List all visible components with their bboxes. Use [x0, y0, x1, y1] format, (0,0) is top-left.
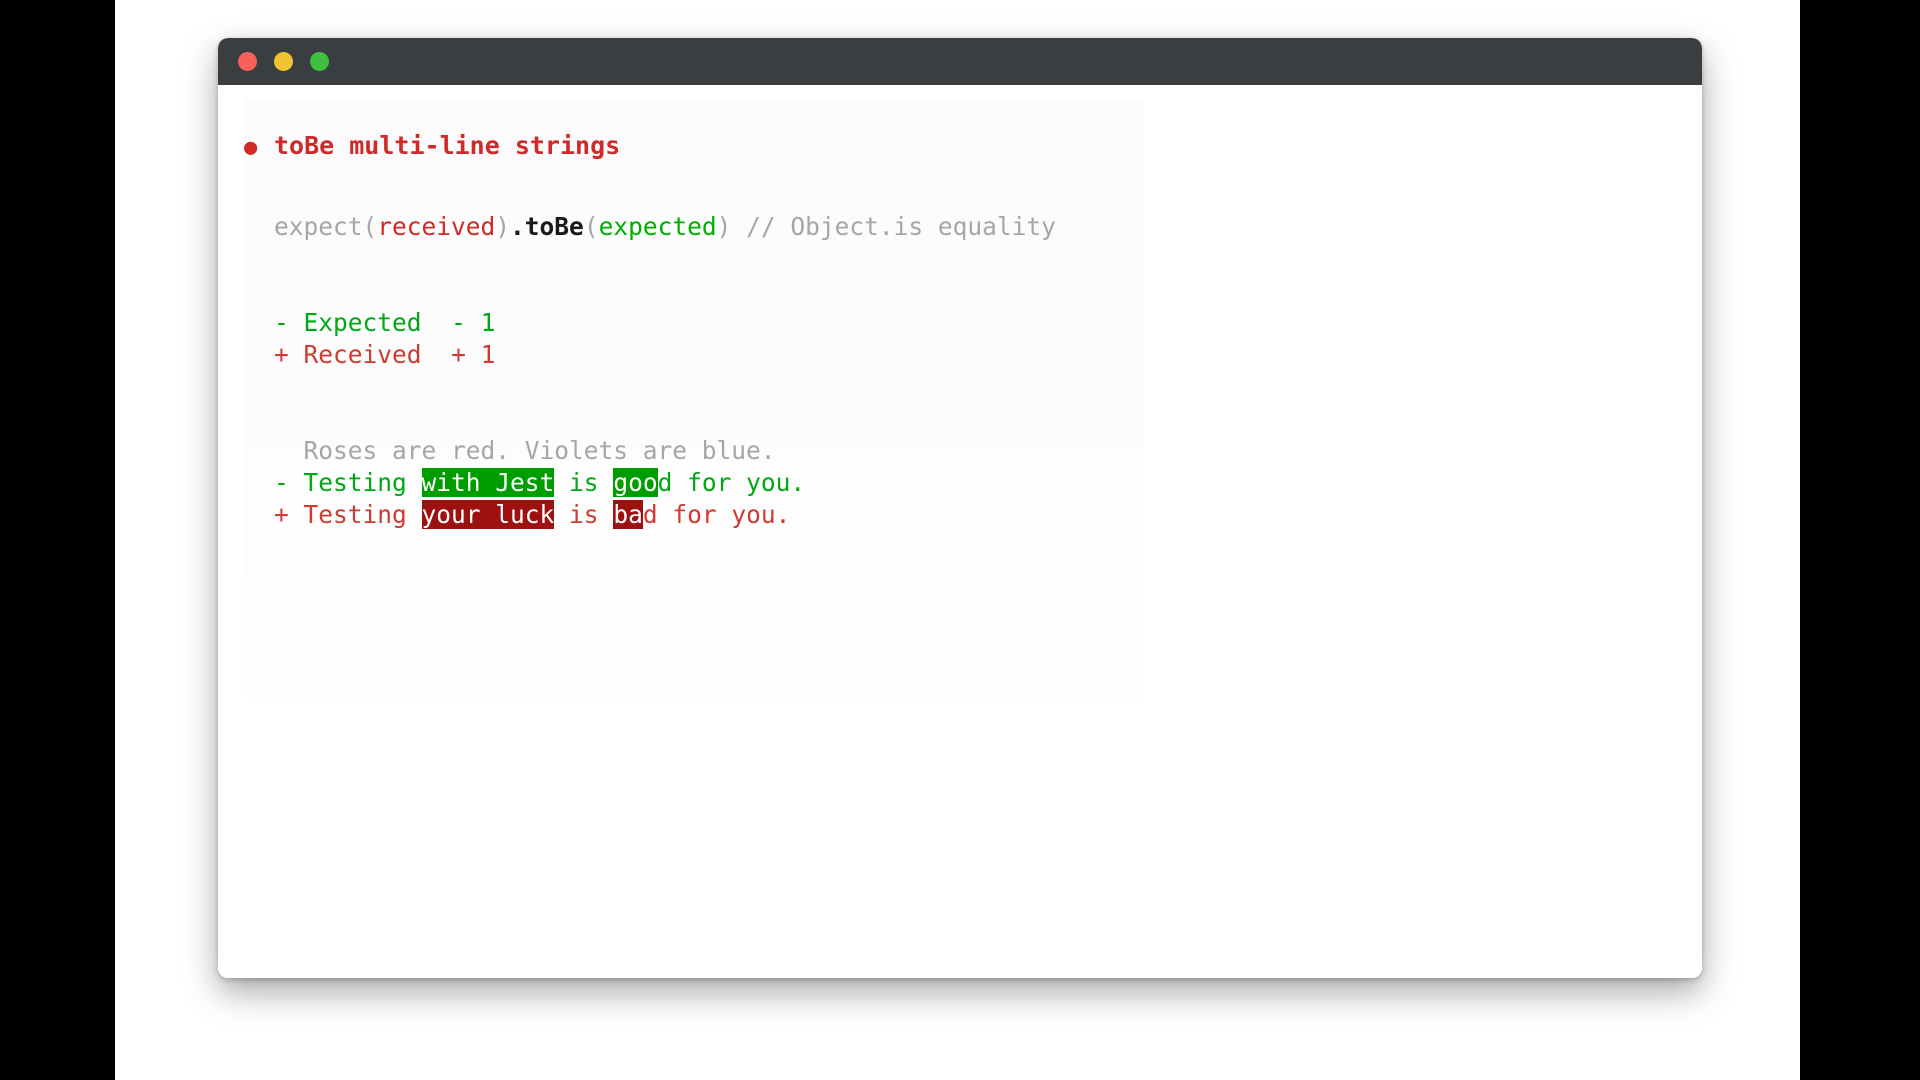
signature-expect: expect(: [274, 212, 378, 241]
legend-expected-gap: [422, 308, 452, 337]
diff-line-received: + Testing your luck is bad for you.: [274, 499, 1702, 531]
letterbox-right: [1800, 0, 1920, 1080]
legend-received-count-sep: [466, 340, 481, 369]
terminal-output: ● toBe multi-line strings expect(receive…: [218, 129, 1702, 531]
legend-received-gap: [422, 340, 452, 369]
letterbox-left: [0, 0, 115, 1080]
diff-marker: -: [274, 468, 304, 497]
test-heading-label: toBe multi-line strings: [274, 131, 621, 160]
diff-highlight-green: goo: [613, 468, 658, 497]
diff-highlight-red: ba: [613, 500, 643, 529]
diff-line-context: Roses are red. Violets are blue.: [274, 435, 1702, 467]
legend-expected-marker: -: [274, 308, 289, 337]
window-content: ● toBe multi-line strings expect(receive…: [218, 85, 1702, 978]
window-titlebar[interactable]: [218, 38, 1702, 85]
legend-expected-count: 1: [480, 308, 496, 337]
signature-received-arg: received: [377, 212, 496, 241]
legend-expected-count-marker: -: [451, 308, 466, 337]
screenshot-stage: ● toBe multi-line strings expect(receive…: [0, 0, 1920, 1080]
signature-close-paren-2: ): [716, 212, 732, 241]
signature-comment: // Object.is equality: [731, 212, 1056, 241]
diff-marker: [274, 436, 304, 465]
diff-text: d for you.: [642, 500, 791, 529]
legend-received-sep: [289, 340, 304, 369]
minimize-button[interactable]: [274, 52, 293, 71]
matcher-signature: expect(received).toBe(expected) // Objec…: [244, 211, 1702, 243]
diff-text: Testing: [303, 468, 422, 497]
legend-received-count: 1: [480, 340, 496, 369]
diff-text: d for you.: [657, 468, 806, 497]
legend-received-label: Received: [303, 340, 422, 369]
diff-line-expected: - Testing with Jest is good for you.: [274, 467, 1702, 499]
signature-tobe: .toBe: [510, 212, 584, 241]
legend-expected-label: Expected: [303, 308, 422, 337]
legend-received-count-marker: +: [451, 340, 466, 369]
diff-marker: +: [274, 500, 304, 529]
close-button[interactable]: [238, 52, 257, 71]
diff-highlight-red: your luck: [421, 500, 555, 529]
diff-text: is: [554, 468, 614, 497]
maximize-button[interactable]: [310, 52, 329, 71]
legend-received-marker: +: [274, 340, 289, 369]
signature-open-paren-2: (: [583, 212, 599, 241]
legend-received: + Received + 1: [244, 339, 1702, 371]
bullet-icon: ●: [244, 135, 258, 160]
signature-expected-arg: expected: [598, 212, 717, 241]
terminal-window: ● toBe multi-line strings expect(receive…: [218, 38, 1702, 978]
diff-text: is: [554, 500, 614, 529]
diff-text: Roses are red. Violets are blue.: [303, 436, 776, 465]
test-heading: ● toBe multi-line strings: [244, 129, 1702, 165]
legend-expected-sep: [289, 308, 304, 337]
legend-expected-count-sep: [466, 308, 481, 337]
legend-expected: - Expected - 1: [244, 307, 1702, 339]
diff-text: Testing: [303, 500, 422, 529]
diff-block: Roses are red. Violets are blue. - Testin…: [244, 435, 1702, 531]
signature-close-paren-1: ): [495, 212, 511, 241]
diff-highlight-green: with Jest: [421, 468, 555, 497]
